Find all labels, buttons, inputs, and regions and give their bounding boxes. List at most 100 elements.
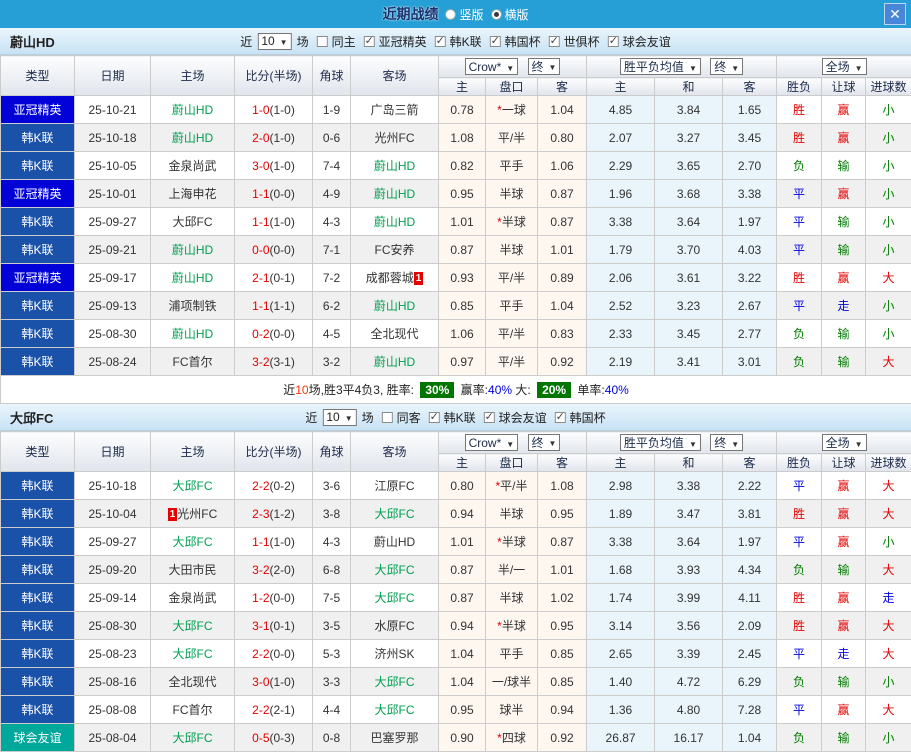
filter-near-label: 近 — [305, 410, 318, 425]
home-team: 上海申花 — [150, 179, 235, 208]
avg-select[interactable]: 胜平负均值 — [619, 434, 701, 451]
league-checkbox-1[interactable] — [483, 410, 495, 423]
league-checkbox-0[interactable] — [428, 410, 440, 423]
handicap-line: 平/半 — [485, 319, 538, 348]
corner-score: 6-8 — [312, 555, 351, 584]
home-team-name: 大田市民 — [168, 563, 217, 577]
halftime-score: (0-1) — [269, 270, 295, 285]
home-team: 大邱FC — [150, 639, 235, 668]
result-goals: 小 — [865, 291, 911, 320]
away-team: 光州FC — [350, 123, 439, 152]
league-label-3: 世俱杯 — [563, 34, 600, 49]
close-button[interactable] — [884, 3, 906, 25]
avg-away-odds: 4.11 — [722, 583, 778, 612]
radio-horizontal-icon[interactable] — [490, 8, 502, 20]
radio-horizontal-option[interactable]: 横版 — [490, 6, 529, 23]
handicap-text: 四球 — [501, 731, 526, 745]
type-badge: 韩K联 — [0, 639, 75, 668]
handicap-line: *半球 — [485, 527, 538, 556]
chevron-down-icon — [855, 436, 863, 450]
avg-away-odds: 1.04 — [722, 723, 778, 752]
type-badge: 亚冠精英 — [0, 95, 75, 124]
odds-away: 1.04 — [536, 95, 588, 124]
table-row: 韩K联 25-10-05 金泉尚武 3-0(1-0) 7-4 蔚山HD 0.82 平手 1.06… — [0, 151, 911, 180]
odds-home: 1.06 — [438, 319, 486, 348]
fulltime-select[interactable]: 全场 — [821, 434, 867, 451]
result-handicap: 赢 — [821, 583, 867, 612]
match-date: 25-09-27 — [74, 207, 151, 236]
match-date: 25-08-30 — [74, 319, 151, 348]
fulltime-select[interactable]: 全场 — [821, 58, 867, 75]
league-checkbox-3[interactable] — [548, 34, 560, 47]
final-odds-select[interactable]: 终 — [527, 433, 561, 451]
type-badge: 韩K联 — [0, 695, 75, 724]
avg-select[interactable]: 胜平负均值 — [619, 58, 701, 75]
away-team-name: 大邱FC — [374, 507, 415, 521]
table-row: 韩K联 25-10-18 蔚山HD 2-0(1-0) 0-6 光州FC 1.08 平/半 0.8… — [0, 123, 911, 152]
same-venue-checkbox[interactable] — [316, 35, 328, 47]
result-handicap: 走 — [821, 639, 867, 668]
home-team: 蔚山HD — [150, 263, 235, 292]
score-cell: 1-2(0-0) — [234, 583, 313, 612]
avg-home-odds: 3.38 — [586, 207, 656, 236]
avg-home-odds: 2.06 — [586, 263, 656, 292]
league-checkbox-2[interactable] — [489, 34, 501, 47]
halftime-score: (0-0) — [269, 590, 295, 605]
halftime-score: (1-2) — [269, 506, 295, 521]
recent-results-dialog: 近期战绩 竖版 横版 蔚山HD 近10场同主亚冠精英韩K联韩国杯世俱杯球会友谊 … — [0, 0, 911, 752]
result-handicap: 赢 — [821, 471, 867, 500]
bookmaker-select[interactable]: Crow* — [464, 434, 519, 452]
recent-count-select[interactable]: 10 — [257, 32, 292, 50]
home-team-name: 蔚山HD — [171, 271, 214, 285]
radio-vertical-icon[interactable] — [445, 8, 457, 20]
avg-home-odds: 1.79 — [586, 235, 656, 264]
halftime-score: (0-0) — [269, 646, 295, 661]
corner-score: 3-8 — [312, 499, 351, 528]
table-row: 韩K联 25-08-23 大邱FC 2-2(0-0) 5-3 济州SK 1.04 平手 0.85… — [0, 639, 911, 668]
odds-home: 1.01 — [438, 527, 486, 556]
radio-vertical-option[interactable]: 竖版 — [445, 6, 484, 23]
recent-count-select[interactable]: 10 — [322, 408, 357, 426]
recent-count-value: 10 — [326, 410, 340, 424]
same-venue-checkbox[interactable] — [381, 411, 393, 423]
result-wdl: 胜 — [776, 123, 823, 152]
avg-away-odds: 1.97 — [722, 527, 778, 556]
same-venue-label: 同主 — [331, 34, 356, 49]
league-checkbox-4[interactable] — [607, 34, 619, 47]
type-badge: 韩K联 — [0, 151, 75, 180]
final-avg-select[interactable]: 终 — [710, 434, 744, 451]
result-goals: 小 — [865, 151, 911, 180]
handicap-text: 半球 — [501, 535, 526, 549]
halftime-score: (0-2) — [269, 478, 295, 493]
halftime-score: (1-0) — [269, 130, 295, 145]
table-row: 球会友谊 25-08-04 大邱FC 0-5(0-3) 0-8 巴塞罗那 0.90 *四球 0.… — [0, 723, 911, 752]
odds-home: 0.97 — [438, 347, 486, 376]
titlebar: 近期战绩 竖版 横版 — [0, 0, 911, 28]
bookmaker-select[interactable]: Crow* — [464, 58, 519, 76]
away-team-name: 蔚山HD — [373, 187, 416, 201]
handicap-text: 平/半 — [497, 271, 526, 285]
odds-away: 0.89 — [536, 263, 588, 292]
away-team-name: 巴塞罗那 — [370, 731, 419, 745]
chevron-down-icon — [345, 410, 353, 424]
handicap-line: 半球 — [485, 235, 538, 264]
col-corner: 角球 — [312, 431, 351, 472]
odds-away: 1.01 — [536, 235, 588, 264]
home-team-name: 全北现代 — [168, 675, 217, 689]
avg-away-odds: 4.34 — [722, 555, 778, 584]
type-badge: 韩K联 — [0, 611, 75, 640]
league-checkbox-2[interactable] — [554, 410, 566, 423]
league-checkbox-1[interactable] — [434, 34, 446, 47]
corner-score: 3-2 — [312, 347, 351, 376]
match-date: 25-09-27 — [74, 527, 151, 556]
final-avg-select[interactable]: 终 — [710, 58, 744, 75]
avg-home-odds: 26.87 — [586, 723, 656, 752]
match-date: 25-08-04 — [74, 723, 151, 752]
odds-home: 1.04 — [438, 667, 486, 696]
fulltime-score: 3-1 — [252, 618, 270, 633]
col-date: 日期 — [74, 431, 151, 472]
league-checkbox-0[interactable] — [363, 34, 375, 47]
result-handicap: 赢 — [821, 611, 867, 640]
away-team: 江原FC — [350, 471, 439, 500]
final-odds-select[interactable]: 终 — [527, 57, 561, 75]
